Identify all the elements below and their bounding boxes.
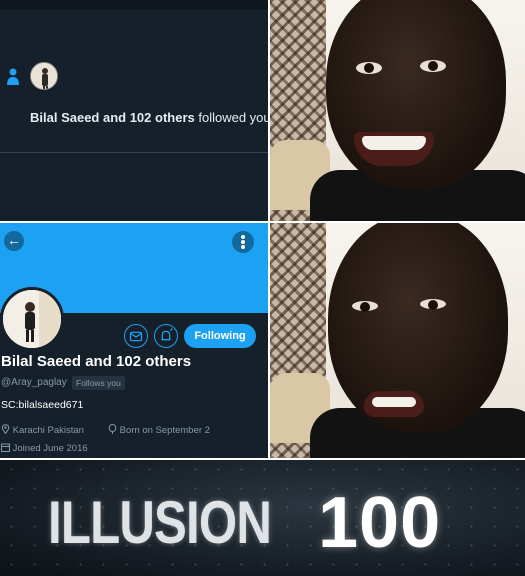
profile-bio: SC:bilalsaeed671 — [1, 399, 84, 411]
back-arrow-icon[interactable]: ← — [4, 231, 24, 251]
message-icon[interactable] — [124, 324, 148, 348]
person-icon — [7, 68, 19, 85]
status-strip — [0, 0, 268, 10]
profile-handle: @Aray_paglay — [1, 377, 67, 388]
balloon-icon — [108, 423, 117, 434]
profile-avatar[interactable] — [0, 287, 64, 351]
notification-text[interactable]: Bilal Saeed and 102 others followed you — [30, 110, 268, 125]
panel-divider-horizontal — [0, 221, 525, 223]
right-eye — [420, 60, 446, 72]
teeth — [372, 397, 416, 407]
left-eye — [356, 62, 382, 74]
calendar-icon — [1, 443, 10, 452]
notification-bell-icon[interactable] — [154, 324, 178, 348]
follower-avatar[interactable] — [30, 62, 58, 90]
follow-notification-panel: Bilal Saeed and 102 others followed you — [0, 0, 268, 221]
caption-number: 100 — [318, 483, 442, 563]
profile-name: Bilal Saeed and 102 others — [1, 353, 192, 370]
more-options-icon[interactable] — [232, 231, 254, 253]
location-pin-icon — [1, 424, 10, 435]
following-button[interactable]: Following — [184, 324, 256, 348]
teeth — [362, 136, 426, 150]
profile-panel: ← Following Bilal Saeed and 102 others @… — [0, 223, 268, 458]
follows-you-badge: Follows you — [72, 376, 125, 390]
reaction-photo-happy — [270, 0, 525, 221]
profile-location: Karachi Pakistan — [1, 424, 84, 436]
profile-birthday: Born on September 2 — [108, 423, 210, 436]
birthday-text: Born on September 2 — [119, 425, 210, 436]
left-eye — [352, 301, 378, 312]
follower-photo-icon — [31, 63, 57, 89]
panel-divider-bottom — [0, 458, 525, 460]
profile-photo-icon — [3, 290, 61, 348]
caption-word: ILLUSION — [48, 489, 272, 556]
reaction-photo-disappointed — [270, 223, 525, 458]
location-text: Karachi Pakistan — [12, 425, 84, 436]
joined-text: Joined June 2016 — [12, 443, 88, 454]
divider — [0, 152, 268, 153]
notification-action: followed you — [198, 110, 268, 125]
caption-banner: ILLUSION 100 — [0, 460, 525, 576]
notification-actor: Bilal Saeed and 102 others — [30, 110, 195, 125]
right-eye — [420, 299, 446, 310]
panel-divider-vertical — [268, 0, 270, 460]
profile-joined: Joined June 2016 — [1, 443, 88, 454]
